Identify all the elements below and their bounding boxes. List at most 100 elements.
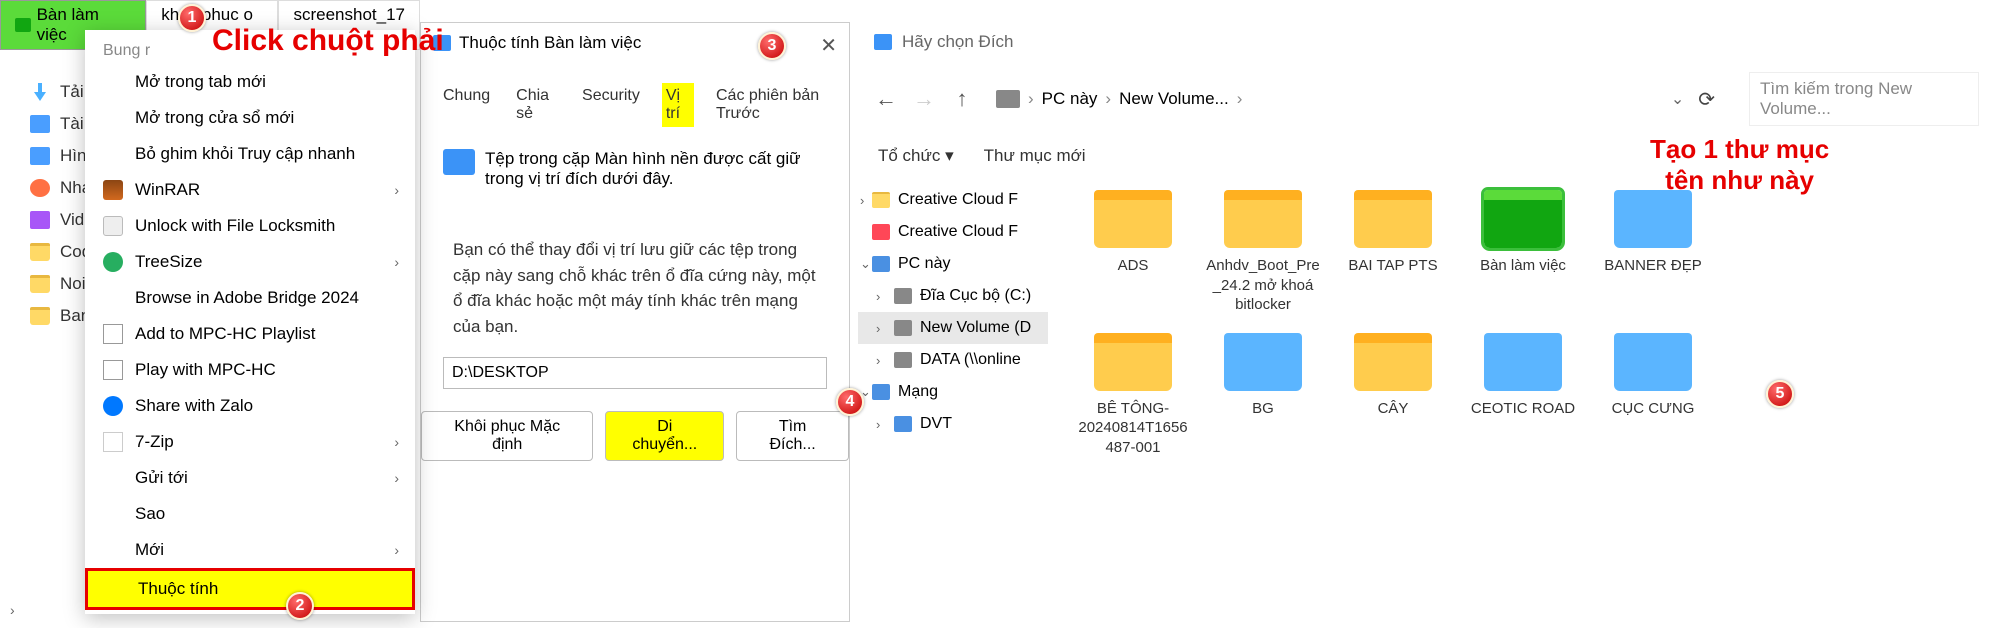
download-icon bbox=[30, 83, 50, 101]
tab-general[interactable]: Chung bbox=[439, 83, 494, 127]
tree-item-data[interactable]: ›DATA (\\online bbox=[858, 344, 1048, 376]
grid-item-baitap[interactable]: BAI TAP PTS bbox=[1336, 190, 1450, 315]
folder-icon bbox=[1354, 190, 1432, 248]
chevron-right-icon: › bbox=[1028, 89, 1034, 109]
mpc-icon bbox=[103, 324, 123, 344]
grid-item-anhdv[interactable]: Anhdv_Boot_Pre_24.2 mở khoá bitlocker bbox=[1206, 190, 1320, 315]
submenu-arrow-icon: › bbox=[394, 542, 399, 558]
ctx-unpin[interactable]: Bỏ ghim khỏi Truy cập nhanh bbox=[85, 136, 415, 172]
ctx-open-new-tab[interactable]: Mở trong tab mới bbox=[85, 64, 415, 100]
green-folder-icon bbox=[1484, 190, 1562, 248]
zalo-icon bbox=[103, 396, 123, 416]
ctx-zalo[interactable]: Share with Zalo bbox=[85, 388, 415, 424]
folder-large-icon bbox=[443, 149, 475, 175]
pc-icon bbox=[872, 256, 890, 272]
tree-item-drive-d[interactable]: ›New Volume (D bbox=[858, 312, 1048, 344]
tree-item-drive-c[interactable]: ›Đĩa Cục bộ (C:) bbox=[858, 280, 1048, 312]
grid-item-betong[interactable]: BÊ TÔNG-20240814T1656487-001 bbox=[1076, 333, 1190, 458]
drive-icon bbox=[894, 288, 912, 304]
find-target-button[interactable]: Tìm Đích... bbox=[736, 411, 849, 461]
chevron-icon: › bbox=[876, 353, 880, 368]
restore-default-button[interactable]: Khôi phục Mặc định bbox=[421, 411, 593, 461]
folder-tree: ›Creative Cloud F Creative Cloud F ⌄PC n… bbox=[858, 176, 1048, 457]
ctx-new[interactable]: Mới› bbox=[85, 532, 415, 568]
tree-item-pc[interactable]: ⌄PC này bbox=[858, 248, 1048, 280]
folder-icon bbox=[1094, 190, 1172, 248]
chevron-icon: › bbox=[876, 321, 880, 336]
drive-icon bbox=[996, 90, 1020, 108]
annotation-badge-2: 2 bbox=[286, 592, 314, 620]
7zip-icon bbox=[103, 432, 123, 452]
pc-icon bbox=[894, 416, 912, 432]
folder-grid: ADS Anhdv_Boot_Pre_24.2 mở khoá bitlocke… bbox=[1048, 176, 1995, 457]
back-button[interactable]: ← bbox=[874, 86, 898, 112]
tab-security[interactable]: Security bbox=[578, 83, 644, 127]
context-menu: Bung r Mở trong tab mới Mở trong cửa sổ … bbox=[85, 30, 415, 614]
tree-item-network[interactable]: ⌄Mạng bbox=[858, 376, 1048, 408]
tab-previous[interactable]: Các phiên bản Trước bbox=[712, 83, 831, 127]
breadcrumb[interactable]: › PC này › New Volume... › bbox=[988, 89, 1657, 109]
location-desc1: Tệp trong cặp Màn hình nền được cất giữ … bbox=[485, 149, 827, 189]
folder-icon bbox=[1354, 333, 1432, 391]
grid-item-cuccung[interactable]: CỤC CƯNG bbox=[1596, 333, 1710, 458]
network-icon bbox=[872, 384, 890, 400]
chevron-icon: › bbox=[876, 417, 880, 432]
chevron-right-icon: › bbox=[1237, 89, 1243, 109]
folder-icon bbox=[30, 307, 50, 325]
grid-item-banner[interactable]: BANNER ĐẸP bbox=[1596, 190, 1710, 315]
drive-icon bbox=[894, 352, 912, 368]
tree-item[interactable]: Creative Cloud F bbox=[858, 216, 1048, 248]
breadcrumb-item[interactable]: New Volume... bbox=[1119, 89, 1229, 109]
submenu-arrow-icon: › bbox=[394, 434, 399, 450]
ctx-winrar[interactable]: WinRAR› bbox=[85, 172, 415, 208]
ctx-locksmith[interactable]: Unlock with File Locksmith bbox=[85, 208, 415, 244]
ctx-properties[interactable]: Thuộc tính bbox=[85, 568, 415, 610]
search-input[interactable]: Tìm kiếm trong New Volume... bbox=[1749, 72, 1979, 126]
grid-item-ads[interactable]: ADS bbox=[1076, 190, 1190, 315]
chevron-icon: › bbox=[876, 289, 880, 304]
picker-title: Hãy chọn Đích bbox=[902, 32, 1014, 52]
tree-item[interactable]: ›Creative Cloud F bbox=[858, 184, 1048, 216]
grid-item-ceotic[interactable]: CEOTIC ROAD bbox=[1466, 333, 1580, 458]
music-icon bbox=[30, 179, 50, 197]
mpc-icon bbox=[103, 360, 123, 380]
breadcrumb-item[interactable]: PC này bbox=[1042, 89, 1098, 109]
move-button[interactable]: Di chuyển... bbox=[605, 411, 724, 461]
folder-icon bbox=[30, 243, 50, 261]
submenu-arrow-icon: › bbox=[394, 182, 399, 198]
annotation-badge-1: 1 bbox=[178, 4, 206, 32]
close-button[interactable]: ✕ bbox=[820, 33, 837, 58]
annotation-badge-4: 4 bbox=[836, 388, 864, 416]
destination-picker: Hãy chọn Đích ← → ↑ › PC này › New Volum… bbox=[858, 22, 1995, 622]
ctx-mpc-playlist[interactable]: Add to MPC-HC Playlist bbox=[85, 316, 415, 352]
winrar-icon bbox=[103, 180, 123, 200]
breadcrumb-history-icon[interactable]: ⌄ bbox=[1671, 89, 1684, 109]
tab-sharing[interactable]: Chia sẻ bbox=[512, 83, 560, 127]
grid-item-desktop[interactable]: Bàn làm việc bbox=[1466, 190, 1580, 315]
ctx-mpc-play[interactable]: Play with MPC-HC bbox=[85, 352, 415, 388]
refresh-icon[interactable]: ⟳ bbox=[1698, 87, 1715, 112]
submenu-arrow-icon: › bbox=[394, 254, 399, 270]
video-icon bbox=[30, 211, 50, 229]
properties-dialog: Thuộc tính Bàn làm việc ✕ Chung Chia sẻ … bbox=[420, 22, 850, 622]
grid-item-cay[interactable]: CÂY bbox=[1336, 333, 1450, 458]
tab-location[interactable]: Vị trí bbox=[662, 83, 694, 127]
lock-icon bbox=[103, 216, 123, 236]
ctx-bridge[interactable]: Browse in Adobe Bridge 2024 bbox=[85, 280, 415, 316]
ctx-7zip[interactable]: 7-Zip› bbox=[85, 424, 415, 460]
forward-button[interactable]: → bbox=[912, 86, 936, 112]
organize-button[interactable]: Tổ chức ▾ bbox=[878, 146, 954, 166]
expand-chevron-icon[interactable]: › bbox=[10, 602, 15, 618]
dialog-body: Tệp trong cặp Màn hình nền được cất giữ … bbox=[421, 127, 849, 211]
ctx-treesize[interactable]: TreeSize› bbox=[85, 244, 415, 280]
tree-item-dvt[interactable]: ›DVT bbox=[858, 408, 1048, 440]
ctx-send-to[interactable]: Gửi tới› bbox=[85, 460, 415, 496]
up-button[interactable]: ↑ bbox=[950, 86, 974, 112]
ctx-open-new-window[interactable]: Mở trong cửa sổ mới bbox=[85, 100, 415, 136]
grid-item-bg[interactable]: BG bbox=[1206, 333, 1320, 458]
location-path-input[interactable] bbox=[443, 357, 827, 389]
cc-icon bbox=[872, 224, 890, 240]
folder-icon bbox=[1094, 333, 1172, 391]
new-folder-button[interactable]: Thư mục mới bbox=[984, 146, 1086, 166]
ctx-copy[interactable]: Sao bbox=[85, 496, 415, 532]
